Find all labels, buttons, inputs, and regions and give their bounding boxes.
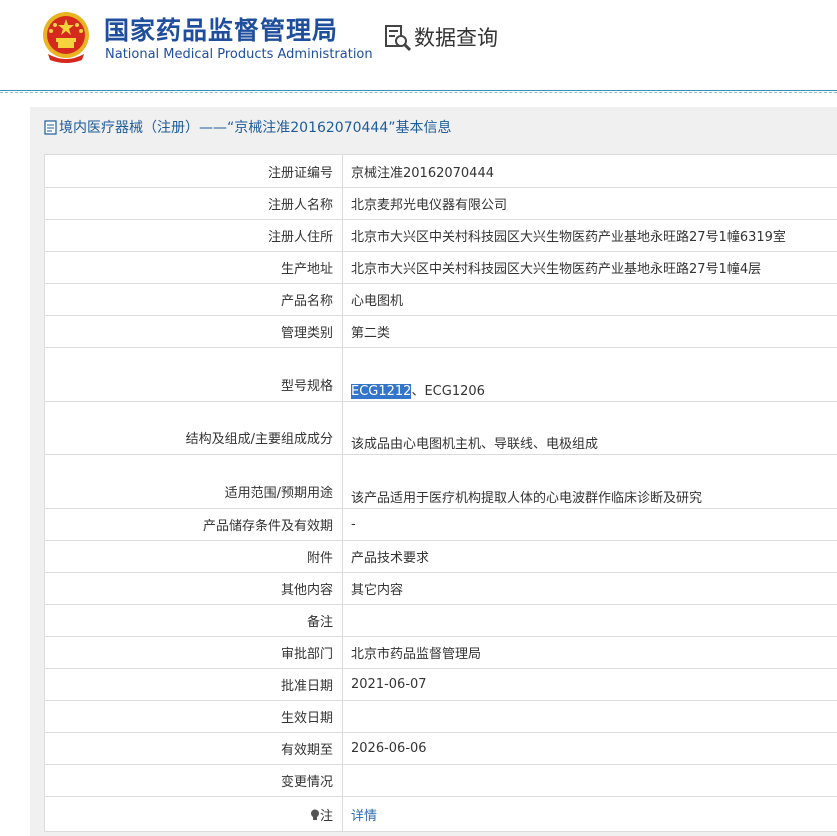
table-row: 生产地址 北京市大兴区中关村科技园区大兴生物医药产业基地永旺路27号1幢4层 — [44, 251, 837, 284]
table-row: 注册人住所 北京市大兴区中关村科技园区大兴生物医药产业基地永旺路27号1幢631… — [44, 219, 837, 252]
row-label: 注册人名称 — [44, 187, 343, 220]
row-value — [342, 604, 837, 637]
row-value: 心电图机 — [342, 283, 837, 316]
table-row: 注册证编号 京械注准20162070444 — [44, 154, 837, 188]
row-value: 北京市大兴区中关村科技园区大兴生物医药产业基地永旺路27号1幢6319室 — [342, 219, 837, 252]
document-icon — [44, 119, 57, 135]
data-query-label: 数据查询 — [414, 26, 498, 50]
row-label: 注册人住所 — [44, 219, 343, 252]
row-value: 京械注准20162070444 — [342, 154, 837, 188]
row-value: 该成品由心电图机主机、导联线、电极组成 — [342, 401, 837, 455]
panel-heading-text: 境内医疗器械（注册）——“京械注准20162070444”基本信息 — [59, 120, 452, 136]
row-label: 其他内容 — [44, 572, 343, 605]
note-label: 注 — [319, 808, 333, 824]
row-label: 型号规格 — [44, 347, 343, 402]
row-label: 适用范围/预期用途 — [44, 454, 343, 509]
table-row: 生效日期 — [44, 700, 837, 733]
site-subtitle: National Medical Products Administration — [105, 47, 373, 62]
table-row: 注册人名称 北京麦邦光电仪器有限公司 — [44, 187, 837, 220]
table-row: 变更情况 — [44, 764, 837, 797]
row-value: 第二类 — [342, 315, 837, 348]
table-row: 管理类别 第二类 — [44, 315, 837, 348]
row-value: ECG1212、ECG1206 — [342, 347, 837, 402]
row-value: 该产品适用于医疗机构提取人体的心电波群作临床诊断及研究 — [342, 454, 837, 509]
table-row: 产品名称 心电图机 — [44, 283, 837, 316]
row-label: 产品储存条件及有效期 — [44, 508, 343, 541]
row-label: 生产地址 — [44, 251, 343, 284]
panel-heading: 境内医疗器械（注册）——“京械注准20162070444”基本信息 — [44, 116, 451, 138]
selected-model-text[interactable]: ECG1212 — [351, 383, 412, 399]
row-value: 北京麦邦光电仪器有限公司 — [342, 187, 837, 220]
site-title: 国家药品监督管理局 — [104, 16, 339, 45]
site-header: 国家药品监督管理局 National Medical Products Admi… — [0, 0, 837, 90]
model-rest-text: 、ECG1206 — [411, 383, 485, 399]
header-divider — [0, 90, 837, 91]
row-label: 产品名称 — [44, 283, 343, 316]
table-row: 有效期至 2026-06-06 — [44, 732, 837, 765]
header-divider-dashed — [0, 92, 837, 93]
details-link[interactable]: 详情 — [351, 809, 377, 824]
row-label: 结构及组成/主要组成成分 — [44, 401, 343, 455]
row-value: - — [342, 508, 837, 541]
row-label: 生效日期 — [44, 700, 343, 733]
document-search-icon — [385, 25, 412, 52]
table-row: 其他内容 其它内容 — [44, 572, 837, 605]
row-label: 有效期至 — [44, 732, 343, 765]
row-label: 注册证编号 — [44, 154, 343, 188]
row-label: 备注 — [44, 604, 343, 637]
row-value: 北京市大兴区中关村科技园区大兴生物医药产业基地永旺路27号1幢4层 — [342, 251, 837, 284]
row-value: 2021-06-07 — [342, 668, 837, 701]
table-row: 结构及组成/主要组成成分 该成品由心电图机主机、导联线、电极组成 — [44, 401, 837, 455]
row-label: 变更情况 — [44, 764, 343, 797]
table-row: 批准日期 2021-06-07 — [44, 668, 837, 701]
table-row: 适用范围/预期用途 该产品适用于医疗机构提取人体的心电波群作临床诊断及研究 — [44, 454, 837, 509]
row-value — [342, 764, 837, 797]
row-value: 2026-06-06 — [342, 732, 837, 765]
table-row: 注 详情 — [44, 796, 837, 832]
table-row: 附件 产品技术要求 — [44, 540, 837, 573]
row-label: 管理类别 — [44, 315, 343, 348]
table-row: 产品储存条件及有效期 - — [44, 508, 837, 541]
table-row: 型号规格 ECG1212、ECG1206 — [44, 347, 837, 402]
row-label: 附件 — [44, 540, 343, 573]
lightbulb-icon — [310, 809, 319, 820]
row-value — [342, 700, 837, 733]
table-row: 审批部门 北京市药品监督管理局 — [44, 636, 837, 669]
row-value: 其它内容 — [342, 572, 837, 605]
row-label: 批准日期 — [44, 668, 343, 701]
row-label: 注 — [44, 796, 343, 832]
info-table: 注册证编号 京械注准20162070444 注册人名称 北京麦邦光电仪器有限公司… — [44, 154, 837, 832]
row-label: 审批部门 — [44, 636, 343, 669]
row-value: 产品技术要求 — [342, 540, 837, 573]
national-emblem-icon — [43, 12, 89, 63]
table-row: 备注 — [44, 604, 837, 637]
row-value: 详情 — [342, 796, 837, 832]
row-value: 北京市药品监督管理局 — [342, 636, 837, 669]
